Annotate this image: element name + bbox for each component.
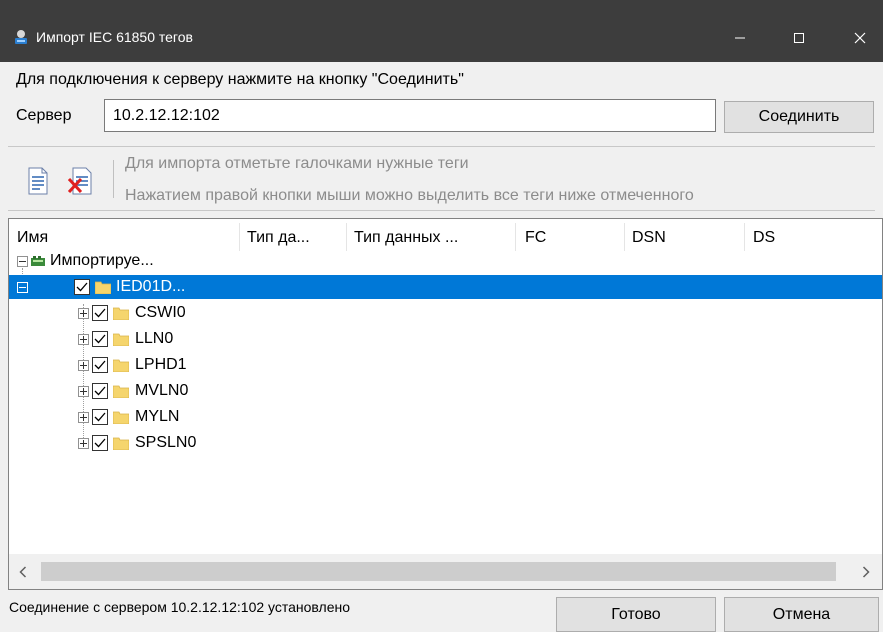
- tree-row-node[interactable]: LLN0: [9, 327, 882, 351]
- tree-row-node[interactable]: SPSLN0: [9, 431, 882, 455]
- column-fc[interactable]: FC: [525, 228, 546, 248]
- scroll-right-button[interactable]: [852, 554, 882, 589]
- maximize-button[interactable]: [776, 18, 822, 58]
- close-icon: [854, 32, 866, 44]
- tree-node-label: LLN0: [135, 330, 174, 347]
- separator: [8, 146, 875, 147]
- tree-checkbox[interactable]: [92, 383, 108, 399]
- hint-line-1: Для импорта отметьте галочками нужные те…: [125, 155, 469, 172]
- folder-icon: [113, 307, 129, 320]
- tree-checkbox[interactable]: [92, 435, 108, 451]
- close-button[interactable]: [837, 18, 883, 58]
- tree-checkbox[interactable]: [92, 357, 108, 373]
- tree-checkbox[interactable]: [92, 409, 108, 425]
- status-text: Соединение с сервером 10.2.12.12:102 уст…: [9, 599, 351, 615]
- hint-line-2: Нажатием правой кнопки мыши можно выдели…: [125, 187, 694, 204]
- folder-icon: [95, 281, 111, 294]
- check-icon: [76, 282, 88, 292]
- separator: [8, 210, 875, 211]
- tree-row-root[interactable]: Импортируе...: [9, 249, 882, 273]
- chevron-right-icon: [862, 566, 870, 578]
- check-icon: [94, 360, 106, 370]
- ok-button[interactable]: Готово: [556, 597, 716, 632]
- select-all-icon[interactable]: [26, 167, 50, 195]
- connect-instruction: Для подключения к серверу нажмите на кно…: [16, 71, 464, 88]
- tree-node-label: CSWI0: [135, 304, 186, 321]
- folder-icon: [113, 385, 129, 398]
- tree-row-node[interactable]: MVLN0: [9, 379, 882, 403]
- device-icon: [31, 256, 45, 266]
- minimize-button[interactable]: [717, 18, 763, 58]
- tree-row-node[interactable]: LPHD1: [9, 353, 882, 377]
- column-data-type-2[interactable]: Тип данных ...: [354, 228, 458, 248]
- check-icon: [94, 308, 106, 318]
- tree-checkbox[interactable]: [74, 279, 90, 295]
- column-divider[interactable]: [515, 223, 516, 251]
- toolbar-divider: [113, 160, 114, 198]
- check-icon: [94, 334, 106, 344]
- check-icon: [94, 412, 106, 422]
- tree-row-node[interactable]: MYLN: [9, 405, 882, 429]
- tree-node-label: MYLN: [135, 408, 180, 425]
- tree-node-label: MVLN0: [135, 382, 189, 399]
- tree-ied-label: IED01D...: [116, 278, 186, 295]
- connect-button[interactable]: Соединить: [724, 101, 874, 133]
- minimize-icon: [735, 37, 745, 39]
- tag-tree[interactable]: Имя Тип да... Тип данных ... FC DSN DS И…: [8, 218, 883, 590]
- deselect-all-icon[interactable]: [68, 167, 92, 195]
- app-icon: [15, 30, 27, 44]
- column-name[interactable]: Имя: [17, 228, 48, 248]
- tree-checkbox[interactable]: [92, 305, 108, 321]
- tree-row-node[interactable]: CSWI0: [9, 301, 882, 325]
- expand-toggle[interactable]: [78, 308, 89, 319]
- collapse-toggle[interactable]: [17, 282, 28, 293]
- server-label: Сервер: [16, 107, 72, 124]
- column-dsn[interactable]: DSN: [632, 228, 666, 248]
- folder-icon: [113, 411, 129, 424]
- expand-toggle[interactable]: [78, 438, 89, 449]
- tree-root-label: Импортируе...: [50, 252, 154, 269]
- column-divider[interactable]: [624, 223, 625, 251]
- check-icon: [94, 438, 106, 448]
- maximize-icon: [794, 33, 804, 43]
- title-bar[interactable]: Импорт IEC 61850 тегов: [0, 0, 883, 62]
- cancel-button[interactable]: Отмена: [724, 597, 879, 632]
- column-divider[interactable]: [239, 223, 240, 251]
- expand-toggle[interactable]: [78, 412, 89, 423]
- tree-node-label: SPSLN0: [135, 434, 197, 451]
- chevron-left-icon: [19, 566, 27, 578]
- window-title: Импорт IEC 61850 тегов: [36, 29, 193, 45]
- column-divider[interactable]: [346, 223, 347, 251]
- horizontal-scrollbar[interactable]: [9, 554, 882, 589]
- scroll-left-button[interactable]: [9, 554, 39, 589]
- tree-row-ied[interactable]: IED01D...: [9, 275, 882, 299]
- tree-node-label: LPHD1: [135, 356, 187, 373]
- folder-icon: [113, 333, 129, 346]
- folder-icon: [113, 437, 129, 450]
- column-ds[interactable]: DS: [753, 228, 775, 248]
- server-input[interactable]: [104, 99, 716, 132]
- tree-checkbox[interactable]: [92, 331, 108, 347]
- scroll-thumb[interactable]: [41, 562, 836, 581]
- folder-icon: [113, 359, 129, 372]
- expand-toggle[interactable]: [78, 360, 89, 371]
- expand-toggle[interactable]: [78, 334, 89, 345]
- column-divider[interactable]: [744, 223, 745, 251]
- expand-toggle[interactable]: [78, 386, 89, 397]
- column-data-type[interactable]: Тип да...: [247, 228, 310, 248]
- check-icon: [94, 386, 106, 396]
- collapse-toggle[interactable]: [17, 256, 28, 267]
